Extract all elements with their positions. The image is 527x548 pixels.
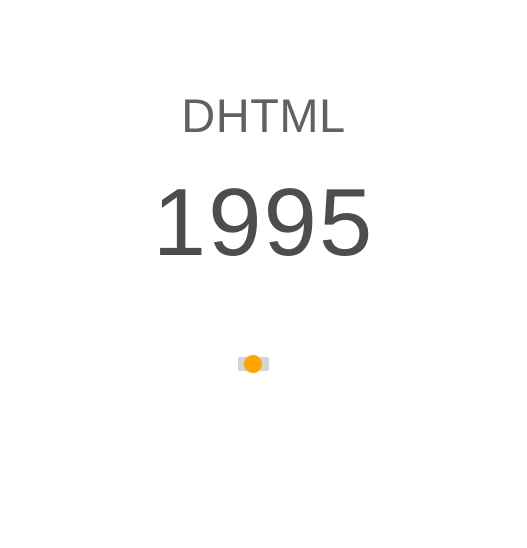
year-label: 1995 <box>152 169 375 276</box>
slide-pager[interactable] <box>238 355 270 373</box>
pager-dot-active[interactable] <box>244 355 262 373</box>
timeline-slide: DHTML 1995 <box>0 0 527 548</box>
technology-name: DHTML <box>181 89 346 142</box>
